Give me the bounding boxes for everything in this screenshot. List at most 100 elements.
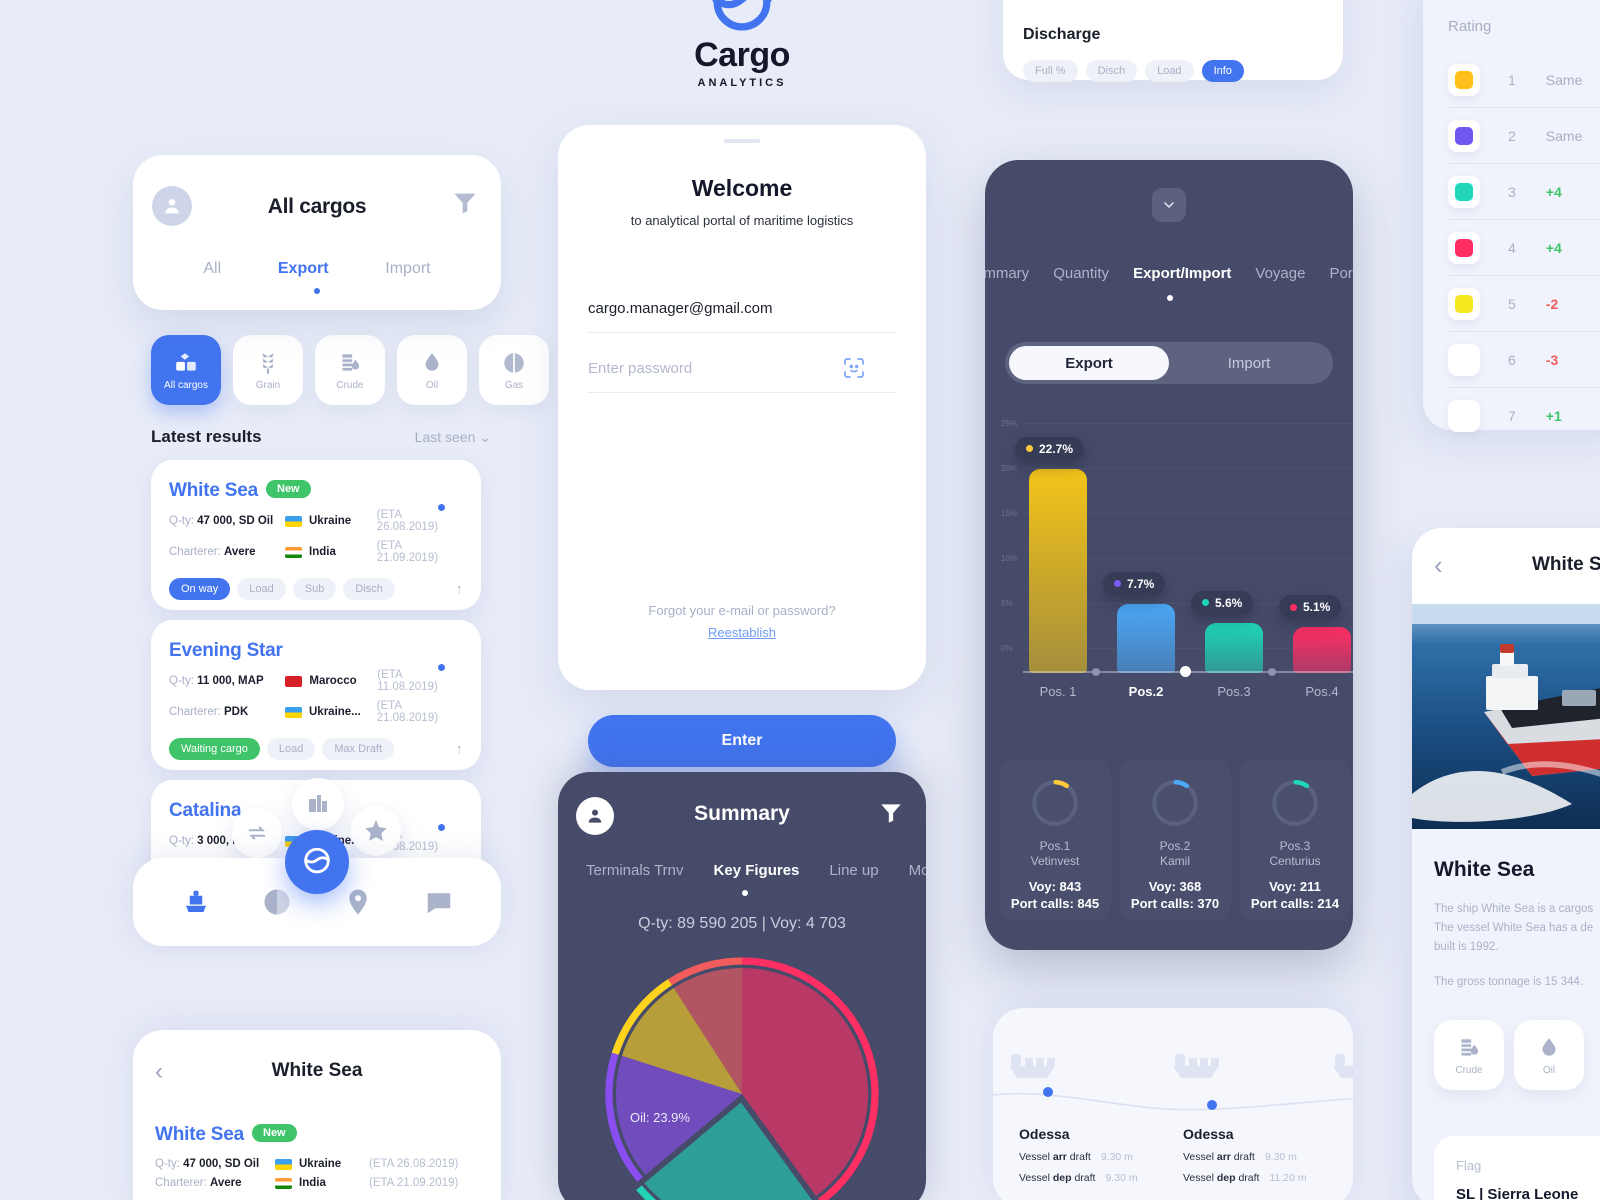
rating-row[interactable]: 1 Same xyxy=(1448,52,1600,108)
discharge-tag[interactable]: Info xyxy=(1201,60,1244,82)
status-tag[interactable]: Max Draft xyxy=(322,738,395,760)
rating-row[interactable]: 5 -2 xyxy=(1448,276,1600,332)
cargo-card[interactable]: Evening Star Q-ty: 11 000, MAP Marocco (… xyxy=(151,620,481,770)
white-sea-detail-screen: ‹ White Sea White Sea New Q-ty: 47 000, S… xyxy=(133,1030,501,1200)
segment-import[interactable]: Import xyxy=(1169,346,1329,380)
segment-export[interactable]: Export xyxy=(1009,346,1169,380)
rating-row[interactable]: 4 +4 xyxy=(1448,220,1600,276)
ei-tab-quantity[interactable]: Quantity xyxy=(1053,265,1109,282)
login-screen: Cargo ANALYTICS Welcome to analytical po… xyxy=(558,0,926,767)
cargo-type-oil[interactable]: Oil xyxy=(397,335,467,405)
email-field[interactable]: cargo.manager@gmail.com xyxy=(588,300,896,333)
boxes-icon xyxy=(173,350,199,376)
bar-2[interactable] xyxy=(1117,603,1175,673)
enter-button[interactable]: Enter xyxy=(588,715,896,767)
expand-arrow-icon[interactable]: ↑ xyxy=(456,741,464,758)
position-card[interactable]: Pos.2 Kamil Voy: 368 Port calls: 370 xyxy=(1119,760,1231,920)
progress-ring xyxy=(1269,777,1321,829)
y-tick-label: 0% xyxy=(1001,644,1013,653)
cargo-detail-row: Charterer: Avere India (ETA 21.09.2019) xyxy=(169,540,463,564)
bar-4[interactable] xyxy=(1293,627,1351,673)
nav-pie-chart-icon[interactable] xyxy=(260,885,294,919)
progress-ring xyxy=(1029,777,1081,829)
position-card[interactable]: Pos.3 Centurius Voy: 211 Port calls: 214 xyxy=(1239,760,1351,920)
discharge-tag[interactable]: Load xyxy=(1145,60,1194,82)
back-icon[interactable]: ‹ xyxy=(1434,550,1443,581)
nav-cargo-logo-icon[interactable] xyxy=(285,830,349,894)
discharge-tag[interactable]: Disch xyxy=(1085,60,1138,82)
white-sea-detail-row: Charterer: Avere India (ETA 21.09.2019) xyxy=(155,1177,458,1189)
status-tag[interactable]: On way xyxy=(169,578,231,600)
eta-label: (ETA 21.08.2019) xyxy=(376,700,439,724)
ei-tab-voyage[interactable]: Voyage xyxy=(1255,265,1305,282)
filter-icon[interactable] xyxy=(878,800,904,831)
color-swatch-tile xyxy=(1448,288,1480,320)
sort-dropdown[interactable]: Last seen ⌄ xyxy=(415,429,491,446)
filter-icon[interactable] xyxy=(451,189,479,217)
ei-tab-port-calls[interactable]: Port calls xyxy=(1329,265,1353,282)
discharge-tag[interactable]: Full % xyxy=(1023,60,1078,82)
collapse-chevron-icon[interactable] xyxy=(1152,188,1186,222)
rating-delta: -2 xyxy=(1545,296,1559,312)
swap-arrows-icon[interactable] xyxy=(232,808,282,858)
port-column: Odessa Vessel arr draft 9.30 m Vessel dep … xyxy=(1019,1126,1138,1184)
active-tab-indicator xyxy=(742,890,748,896)
position-voyages: Voy: 368 xyxy=(1148,879,1202,894)
rating-row[interactable]: 6 -3 xyxy=(1448,332,1600,388)
rating-row[interactable]: 2 Same xyxy=(1448,108,1600,164)
building-icon[interactable] xyxy=(292,778,344,830)
bottom-navigation xyxy=(133,830,501,946)
tab-export[interactable]: Export xyxy=(278,260,329,278)
expand-arrow-icon[interactable]: ↑ xyxy=(456,581,464,598)
axis-node[interactable] xyxy=(1180,666,1191,677)
nav-location-pin-icon[interactable] xyxy=(341,885,375,919)
cargo-type-grain[interactable]: Grain xyxy=(233,335,303,405)
position-voyages: Voy: 211 xyxy=(1269,879,1321,894)
axis-node[interactable] xyxy=(1268,668,1276,676)
face-id-icon[interactable] xyxy=(842,356,866,385)
nav-cargo-ship-icon[interactable] xyxy=(179,885,213,919)
summary-tab-terminals-trnv[interactable]: Terminals Trnv xyxy=(586,862,684,879)
draft-row: Vessel arr draft 9.30 m xyxy=(1019,1151,1133,1163)
ei-tab-export-import[interactable]: Export/Import xyxy=(1133,265,1231,282)
summary-tab-monthly[interactable]: Monthly xyxy=(909,862,926,879)
brand-block: Cargo ANALYTICS xyxy=(558,0,926,89)
nav-chat-bubble-icon[interactable] xyxy=(422,885,456,919)
star-icon[interactable] xyxy=(351,806,401,856)
password-field[interactable]: Enter password xyxy=(588,358,896,393)
position-company: Kamil xyxy=(1159,854,1190,868)
charterer-value: Avere xyxy=(209,1177,242,1189)
status-tag[interactable]: Load xyxy=(266,738,316,760)
cargo-detail-left: Q-ty: 47 000, SD Oil xyxy=(169,515,285,527)
bar-1[interactable] xyxy=(1029,468,1087,673)
ship-cargo-oil[interactable]: Oil xyxy=(1514,1020,1584,1090)
summary-tab-line-up[interactable]: Line up xyxy=(829,862,878,879)
tab-import[interactable]: Import xyxy=(385,260,430,278)
status-tag[interactable]: Load xyxy=(237,578,286,600)
bar-3[interactable] xyxy=(1205,622,1263,673)
cargo-card[interactable]: White Sea New Q-ty: 47 000, SD Oil Ukrain… xyxy=(151,460,481,610)
position-card[interactable]: Pos.1 Vetinvest Voy: 843 Port calls: 845 xyxy=(999,760,1111,920)
ei-tab-summary[interactable]: Summary xyxy=(985,265,1029,282)
status-tag[interactable]: Disch xyxy=(343,578,395,600)
eta-label: (ETA 21.09.2019) xyxy=(369,1177,459,1189)
rating-panel: Rating 1 Same 2 Same 3 +4 4 +4 5 -2 6 -3 xyxy=(1423,0,1600,432)
unread-dot xyxy=(438,504,445,511)
status-tag[interactable]: Sub xyxy=(292,578,337,600)
sheet-grabber[interactable] xyxy=(724,139,760,143)
cargo-type-all-cargos[interactable]: All cargos xyxy=(151,335,221,405)
cargo-type-gas[interactable]: Gas xyxy=(479,335,549,405)
reestablish-link[interactable]: Reestablish xyxy=(558,625,926,640)
summary-tab-key-figures[interactable]: Key Figures xyxy=(714,862,800,879)
reestablish-label: Reestablish xyxy=(708,625,776,640)
rating-row[interactable]: 3 +4 xyxy=(1448,164,1600,220)
active-tab-indicator xyxy=(314,288,320,294)
axis-node[interactable] xyxy=(1092,668,1100,676)
cargo-type-crude[interactable]: Crude xyxy=(315,335,385,405)
ship-cargo-crude[interactable]: Crude xyxy=(1434,1020,1504,1090)
rating-row[interactable]: 7 +1 xyxy=(1448,388,1600,444)
tab-all[interactable]: All xyxy=(203,260,221,278)
x-axis xyxy=(1023,666,1353,677)
status-tag[interactable]: Waiting cargo xyxy=(169,738,260,760)
unread-dot xyxy=(438,824,445,831)
